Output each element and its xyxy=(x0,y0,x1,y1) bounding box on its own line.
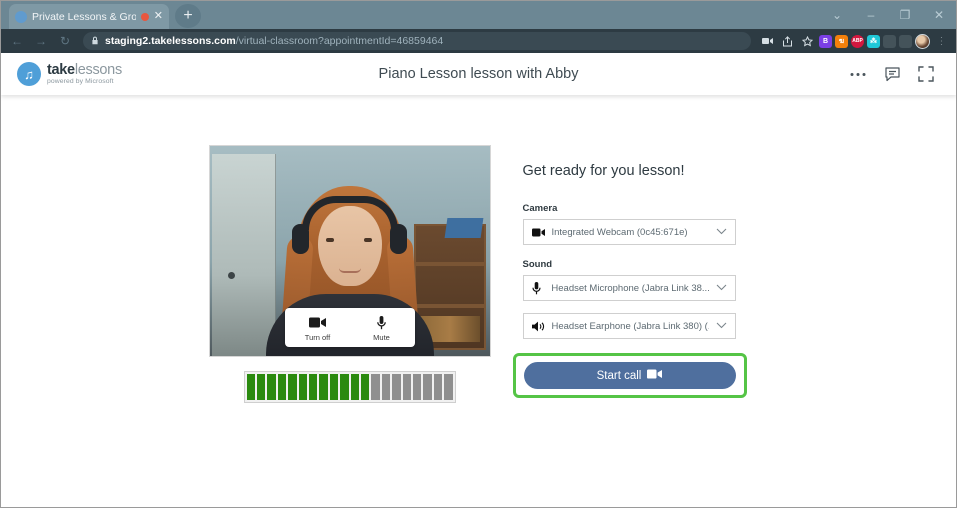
audio-meter-segment xyxy=(256,374,266,400)
setup-heading: Get ready for you lesson! xyxy=(522,163,685,179)
site-favicon xyxy=(15,10,27,23)
toggle-mic-label: Mute xyxy=(373,333,390,342)
toggle-camera-label: Turn off xyxy=(304,333,331,342)
audio-meter-segment xyxy=(267,374,276,400)
reload-icon[interactable]: ↻ xyxy=(55,31,75,51)
extension-orange-icon[interactable]: ฆ xyxy=(835,34,848,48)
speaker-selected-value: Headset Earphone (Jabra Link 380) (... xyxy=(551,320,709,332)
audio-meter-segment xyxy=(319,374,328,400)
tab-close-icon[interactable]: ✕ xyxy=(154,11,163,22)
audio-meter-segment xyxy=(340,374,349,400)
audio-meter-segment xyxy=(329,374,339,400)
microphone-select[interactable]: Headset Microphone (Jabra Link 38... xyxy=(522,275,736,301)
main-content: Turn off Mute Get ready for you lesson! … xyxy=(1,95,956,507)
chevron-down-icon xyxy=(716,283,727,293)
takelessons-logo[interactable]: ♫ takelessons powered by Microsoft xyxy=(1,62,122,86)
audio-meter-segment xyxy=(381,374,391,400)
address-bar[interactable]: staging2.takelessons.com/virtual-classro… xyxy=(83,32,751,50)
browser-tab[interactable]: Private Lessons & Group Cla ✕ xyxy=(9,4,169,29)
browser-tab-title: Private Lessons & Group Cla xyxy=(32,10,136,23)
audio-meter-segment xyxy=(298,374,307,400)
microphone-icon xyxy=(377,315,386,330)
speaker-select[interactable]: Headset Earphone (Jabra Link 380) (... xyxy=(522,313,736,339)
header-actions xyxy=(848,64,956,84)
minimize-button[interactable]: – xyxy=(854,1,888,29)
camera-select[interactable]: Integrated Webcam (0c45:671e) xyxy=(522,219,736,245)
audio-meter-segment xyxy=(402,374,411,400)
speaker-icon xyxy=(531,321,545,332)
video-door xyxy=(211,154,276,356)
audio-meter-segment xyxy=(288,374,297,400)
audio-meter-segment xyxy=(350,374,359,400)
audio-meter-segment xyxy=(277,374,287,400)
toolbar-icons: B ฆ ABP ⁂ ⋮ xyxy=(759,33,950,50)
share-icon[interactable] xyxy=(779,33,796,50)
audio-level-meter xyxy=(243,371,456,403)
start-call-button[interactable]: Start call xyxy=(523,362,736,389)
video-camera-icon xyxy=(531,228,545,237)
microphone-icon xyxy=(531,281,545,295)
start-call-highlight: Start call xyxy=(512,353,747,398)
audio-meter-segment xyxy=(392,374,401,400)
url-host: staging2.takelessons.com xyxy=(105,35,236,47)
camera-selected-value: Integrated Webcam (0c45:671e) xyxy=(551,226,688,238)
audio-meter-segment xyxy=(360,374,370,400)
video-preview: Turn off Mute xyxy=(208,145,491,357)
forward-icon[interactable]: → xyxy=(31,31,51,51)
logo-tagline: powered by Microsoft xyxy=(47,78,114,86)
video-camera-icon xyxy=(309,315,326,330)
profile-avatar[interactable] xyxy=(915,33,930,49)
video-controls-bar: Turn off Mute xyxy=(284,308,415,347)
browser-toolbar: ← → ↻ staging2.takelessons.com/virtual-c… xyxy=(1,29,956,53)
back-icon[interactable]: ← xyxy=(7,31,27,51)
fullscreen-icon[interactable] xyxy=(916,64,936,84)
more-options-icon[interactable] xyxy=(848,64,868,84)
address-bar-url: staging2.takelessons.com/virtual-classro… xyxy=(105,35,443,47)
toggle-mic-button[interactable]: Mute xyxy=(359,315,405,342)
audio-meter-segment xyxy=(371,374,380,400)
audio-meter-segment xyxy=(413,374,422,400)
video-camera-icon xyxy=(647,369,663,382)
media-cast-icon[interactable] xyxy=(759,33,776,50)
page-title: Piano Lesson lesson with Abby xyxy=(378,66,579,82)
audio-meter-segment xyxy=(308,374,318,400)
extension-inactive-1-icon[interactable] xyxy=(883,34,896,48)
extension-inactive-2-icon[interactable] xyxy=(899,34,912,48)
toggle-camera-button[interactable]: Turn off xyxy=(295,315,341,342)
start-call-label: Start call xyxy=(596,369,642,382)
audio-meter-segment xyxy=(444,374,453,400)
app-header: ♫ takelessons powered by Microsoft Piano… xyxy=(1,53,956,95)
logo-wordmark: takelessons powered by Microsoft xyxy=(47,61,122,86)
camera-label: Camera xyxy=(522,203,558,214)
audio-meter-segment xyxy=(423,374,432,400)
browser-window: Private Lessons & Group Cla ✕ + ⌄ – ❐ ✕ … xyxy=(0,0,957,508)
chevron-down-icon xyxy=(716,227,727,237)
window-controls: ⌄ – ❐ ✕ xyxy=(820,1,956,29)
maximize-button[interactable]: ❐ xyxy=(888,1,922,29)
close-button[interactable]: ✕ xyxy=(922,1,956,29)
extension-bitwarden-icon[interactable]: B xyxy=(819,34,832,48)
audio-meter-segment xyxy=(433,374,443,400)
browser-tab-strip: Private Lessons & Group Cla ✕ + ⌄ – ❐ ✕ xyxy=(1,1,956,29)
url-path: /virtual-classroom?appointmentId=4685946… xyxy=(235,35,444,47)
recording-dot-icon xyxy=(140,12,149,21)
setup-panel: Get ready for you lesson! Camera Integra… xyxy=(512,145,749,507)
chat-icon[interactable] xyxy=(882,64,902,84)
logo-mark-icon: ♫ xyxy=(17,62,41,86)
logo-word-take: take xyxy=(47,61,75,78)
chevron-down-icon xyxy=(716,321,727,331)
extension-adblock-plus-icon[interactable]: ABP xyxy=(851,34,864,48)
microphone-selected-value: Headset Microphone (Jabra Link 38... xyxy=(551,282,709,294)
logo-word-lessons: lessons xyxy=(74,61,122,78)
video-column: Turn off Mute xyxy=(208,145,491,507)
extension-cyan-icon[interactable]: ⁂ xyxy=(867,34,880,48)
bookmark-star-icon[interactable] xyxy=(799,33,816,50)
new-tab-button[interactable]: + xyxy=(175,4,201,28)
sound-label: Sound xyxy=(522,259,553,270)
audio-meter-segment xyxy=(246,374,255,400)
browser-menu-icon[interactable]: ⋮ xyxy=(933,33,950,50)
lock-icon xyxy=(91,36,99,47)
tab-search-button[interactable]: ⌄ xyxy=(820,1,854,29)
